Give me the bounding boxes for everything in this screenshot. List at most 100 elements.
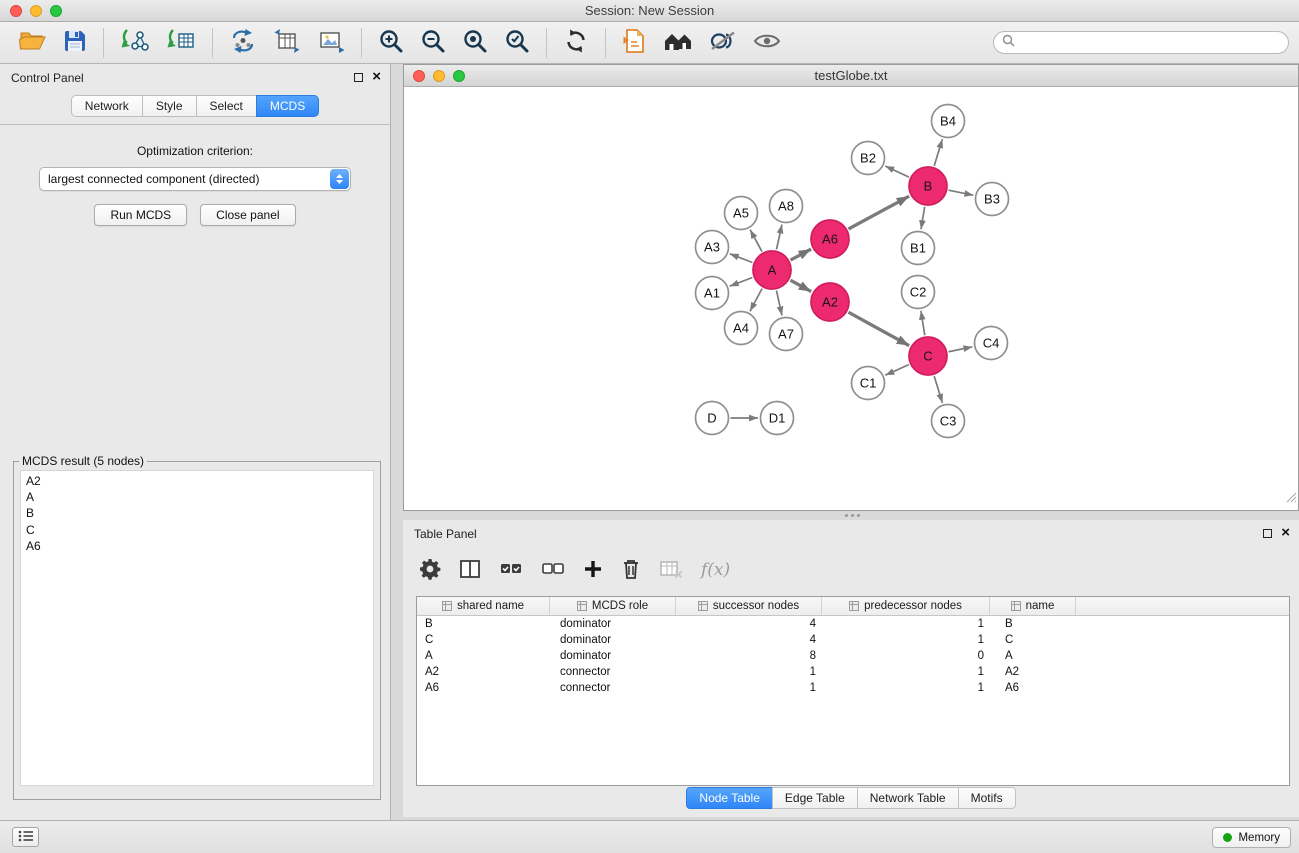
edge-C-C1[interactable]	[885, 365, 909, 376]
node-A8[interactable]: A8	[770, 190, 803, 223]
table-settings-button[interactable]	[419, 558, 441, 583]
zoom-out-button[interactable]	[417, 26, 449, 59]
criterion-dropdown[interactable]: largest connected component (directed)	[39, 167, 351, 191]
delete-column-button[interactable]	[621, 558, 641, 583]
edge-B-B3[interactable]	[949, 190, 974, 195]
close-panel-icon[interactable]	[372, 69, 381, 84]
node-B3[interactable]: B3	[976, 183, 1009, 216]
tab-select[interactable]: Select	[196, 95, 257, 117]
float-panel-icon[interactable]	[354, 73, 363, 82]
maximize-window-button[interactable]	[50, 5, 62, 17]
edge-C-C3[interactable]	[934, 376, 942, 403]
node-A[interactable]: A	[753, 251, 791, 289]
zoom-in-button[interactable]	[375, 26, 407, 59]
edge-A2-C[interactable]	[848, 312, 909, 345]
node-C[interactable]: C	[909, 337, 947, 375]
column-header[interactable]: successor nodes	[676, 597, 822, 615]
column-header[interactable]: shared name	[417, 597, 550, 615]
tab-node-table[interactable]: Node Table	[686, 787, 773, 809]
edge-A-A4[interactable]	[750, 289, 762, 312]
edge-A-A1[interactable]	[730, 278, 753, 287]
node-D1[interactable]: D1	[761, 402, 794, 435]
edge-A-A7[interactable]	[776, 291, 781, 316]
result-item[interactable]: B	[26, 505, 373, 521]
node-C3[interactable]: C3	[932, 405, 965, 438]
resize-grip-icon[interactable]	[1286, 490, 1297, 508]
node-table[interactable]: shared nameMCDS rolesuccessor nodesprede…	[416, 596, 1290, 786]
column-header[interactable]: name	[990, 597, 1076, 615]
close-table-panel-icon[interactable]	[1281, 525, 1290, 540]
node-D[interactable]: D	[696, 402, 729, 435]
hide-details-button[interactable]	[706, 28, 740, 57]
table-row[interactable]: Bdominator41B	[417, 616, 1289, 632]
node-C1[interactable]: C1	[852, 367, 885, 400]
node-B1[interactable]: B1	[902, 232, 935, 265]
document-arrow-button[interactable]	[619, 26, 650, 59]
table-row[interactable]: Cdominator41C	[417, 632, 1289, 648]
search-input[interactable]	[1020, 36, 1280, 50]
node-C4[interactable]: C4	[975, 327, 1008, 360]
table-row[interactable]: A2connector11A2	[417, 664, 1289, 680]
node-C2[interactable]: C2	[902, 276, 935, 309]
tab-edge-table[interactable]: Edge Table	[772, 787, 858, 809]
new-table-button[interactable]	[270, 26, 304, 59]
task-history-button[interactable]	[12, 827, 39, 847]
edge-B-B4[interactable]	[934, 139, 942, 166]
edge-A-A3[interactable]	[730, 254, 753, 263]
select-all-button[interactable]	[499, 560, 523, 581]
home-button[interactable]	[660, 27, 696, 58]
show-details-button[interactable]	[750, 29, 784, 56]
zoom-selected-button[interactable]	[501, 26, 533, 59]
zoom-fit-button[interactable]	[459, 26, 491, 59]
node-B[interactable]: B	[909, 167, 947, 205]
import-table-button[interactable]	[163, 26, 199, 59]
edge-C-C2[interactable]	[921, 311, 925, 335]
run-mcds-button[interactable]: Run MCDS	[94, 204, 187, 226]
edge-A-A5[interactable]	[750, 230, 762, 252]
result-item[interactable]: A2	[26, 473, 373, 489]
node-B4[interactable]: B4	[932, 105, 965, 138]
node-A2[interactable]: A2	[811, 283, 849, 321]
node-A1[interactable]: A1	[696, 277, 729, 310]
edge-A6-B[interactable]	[848, 196, 909, 229]
edge-B-B1[interactable]	[921, 207, 925, 230]
node-A5[interactable]: A5	[725, 197, 758, 230]
search-box[interactable]	[993, 31, 1289, 54]
edge-B-B2[interactable]	[885, 166, 909, 177]
tab-style[interactable]: Style	[142, 95, 197, 117]
tab-mcds[interactable]: MCDS	[256, 95, 319, 117]
column-header[interactable]: predecessor nodes	[822, 597, 990, 615]
minimize-window-button[interactable]	[30, 5, 42, 17]
result-item[interactable]: A6	[26, 538, 373, 554]
network-canvas[interactable]: A5A8A3A1A4A7AA6A2B2B4BB3B1C2C4CC1C3DD1	[404, 87, 1298, 509]
memory-button[interactable]: Memory	[1212, 827, 1291, 848]
add-column-button[interactable]	[583, 559, 603, 582]
node-A7[interactable]: A7	[770, 318, 803, 351]
node-A3[interactable]: A3	[696, 231, 729, 264]
table-row[interactable]: A6connector11A6	[417, 680, 1289, 696]
node-B2[interactable]: B2	[852, 142, 885, 175]
tab-motifs[interactable]: Motifs	[958, 787, 1016, 809]
show-columns-button[interactable]	[459, 559, 481, 582]
edge-C-C4[interactable]	[949, 347, 973, 352]
column-header[interactable]: MCDS role	[550, 597, 676, 615]
tab-network-table[interactable]: Network Table	[857, 787, 959, 809]
refresh-layout-button[interactable]	[560, 26, 592, 59]
import-network-button[interactable]	[117, 26, 153, 59]
edge-A-A2[interactable]	[790, 280, 811, 291]
function-builder-button[interactable]: f(x)	[701, 560, 730, 580]
save-session-button[interactable]	[60, 27, 90, 58]
float-table-panel-icon[interactable]	[1263, 529, 1272, 538]
edge-A-A8[interactable]	[776, 225, 781, 250]
close-mcds-panel-button[interactable]: Close panel	[200, 204, 295, 226]
deselect-all-button[interactable]	[541, 560, 565, 581]
splitter-handle[interactable]	[845, 514, 848, 517]
new-network-button[interactable]	[226, 26, 260, 59]
maximize-network-window-button[interactable]	[453, 70, 465, 82]
open-session-button[interactable]	[15, 27, 50, 58]
node-A6[interactable]: A6	[811, 220, 849, 258]
table-row[interactable]: Adominator80A	[417, 648, 1289, 664]
tab-network[interactable]: Network	[71, 95, 143, 117]
close-window-button[interactable]	[10, 5, 22, 17]
result-item[interactable]: C	[26, 522, 373, 538]
